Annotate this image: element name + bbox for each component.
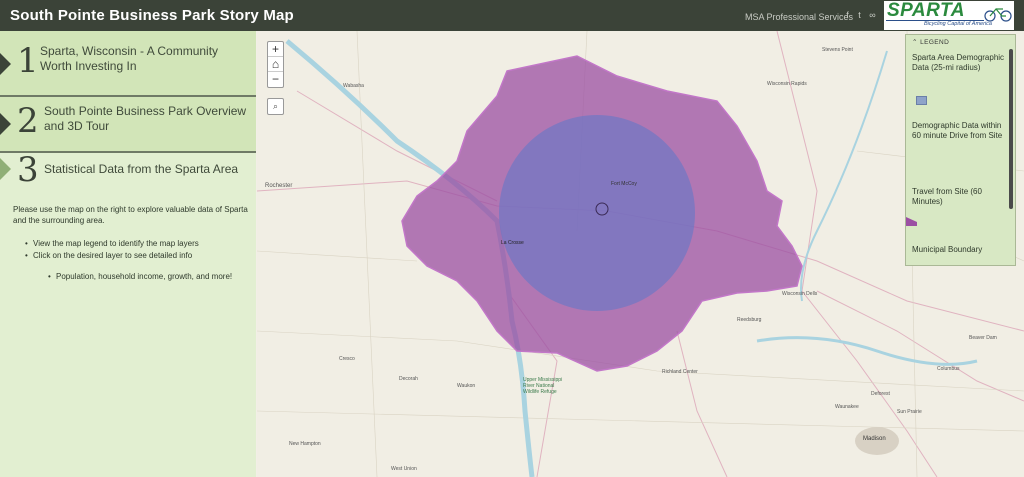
- map-label: Richland Center: [662, 369, 698, 375]
- map-label: Columbus: [937, 366, 960, 372]
- map-label: La Crosse: [501, 240, 524, 246]
- sub-list-item: Population, household income, growth, an…: [13, 271, 248, 282]
- zoom-control: + ⌂ −: [267, 41, 284, 88]
- logo-tagline: Bicycling Capital of America: [924, 21, 992, 27]
- org-link[interactable]: MSA Professional Services: [745, 12, 853, 22]
- map-label: Fort McCoy: [611, 181, 637, 187]
- section-title: Statistical Data from the Sparta Area: [44, 162, 239, 176]
- legend-header[interactable]: ⌃ LEGEND: [912, 38, 949, 46]
- section-number: 1: [17, 41, 39, 81]
- map-label: Decorah: [399, 376, 418, 382]
- legend-panel: ⌃ LEGEND Sparta Area Demographic Data (2…: [905, 34, 1016, 266]
- map-label: Waukon: [457, 383, 476, 389]
- page-title: South Pointe Business Park Story Map: [10, 7, 294, 24]
- section-number: 2: [17, 101, 39, 141]
- zoom-out-button[interactable]: −: [268, 72, 283, 87]
- map-label: Rochester: [265, 183, 293, 189]
- section-content: Please use the map on the right to explo…: [13, 204, 248, 282]
- map-label: New Hampton: [289, 441, 321, 447]
- map-label: Sun Prairie: [897, 409, 922, 415]
- map-label: Upper Mississippi River National Wildlif…: [523, 377, 563, 395]
- legend-swatch-travel: [906, 217, 917, 226]
- search-button[interactable]: ⌕: [267, 98, 284, 115]
- bicycle-icon: [984, 8, 1012, 22]
- story-sidebar: 1 Sparta, Wisconsin - A Community Worth …: [0, 31, 256, 477]
- zoom-in-button[interactable]: +: [268, 42, 283, 57]
- twitter-icon[interactable]: t: [855, 11, 864, 20]
- section-marker-icon: [0, 113, 11, 135]
- map-label: Deforest: [871, 391, 890, 397]
- legend-item: Demographic Data within 60 minute Drive …: [912, 121, 1003, 140]
- legend-item: Municipal Boundary: [912, 245, 983, 254]
- section-title: Sparta, Wisconsin - A Community Worth In…: [40, 44, 219, 73]
- map-label: Madison: [863, 436, 886, 442]
- story-section-2[interactable]: 2 South Pointe Business Park Overview an…: [0, 97, 256, 153]
- home-button[interactable]: ⌂: [268, 57, 283, 72]
- story-section-1[interactable]: 1 Sparta, Wisconsin - A Community Worth …: [0, 31, 256, 97]
- legend-scrollbar[interactable]: [1009, 49, 1013, 209]
- map-label: Wabasha: [343, 83, 364, 89]
- map-label: Cresco: [339, 356, 355, 362]
- link-icon[interactable]: ∞: [868, 11, 877, 20]
- river: [800, 50, 888, 302]
- section-marker-icon: [0, 53, 11, 75]
- map-label: Wisconsin Dells: [782, 291, 818, 297]
- list-item: View the map legend to identify the map …: [13, 238, 248, 249]
- sparta-logo: SPARTA Bicycling Capital of America: [884, 0, 1014, 30]
- section-number: 3: [17, 150, 39, 190]
- legend-swatch-radius: [916, 96, 927, 105]
- facebook-icon[interactable]: f: [843, 11, 852, 20]
- map-label: Waunakee: [835, 404, 859, 410]
- section-title: South Pointe Business Park Overview and …: [44, 104, 247, 133]
- map-label: Wisconsin Rapids: [767, 81, 807, 87]
- chevron-up-icon: ⌃: [912, 39, 921, 46]
- list-item: Click on the desired layer to see detail…: [13, 250, 248, 261]
- logo-wordmark: SPARTA: [887, 0, 965, 21]
- map-label: Stevens Point: [822, 47, 853, 53]
- legend-item: Travel from Site (60 Minutes): [912, 187, 982, 206]
- map-label: Reedsburg: [737, 317, 762, 323]
- section-marker-icon: [0, 158, 11, 180]
- legend-header-label: LEGEND: [920, 39, 950, 46]
- map-view[interactable]: Stevens Point Wabasha Wisconsin Rapids R…: [257, 31, 1024, 477]
- app-header: South Pointe Business Park Story Map MSA…: [0, 0, 1024, 31]
- legend-item: Sparta Area Demographic Data (25-mi radi…: [912, 53, 1005, 72]
- story-section-3[interactable]: 3 Statistical Data from the Sparta Area: [0, 150, 256, 193]
- map-label: West Union: [391, 466, 417, 472]
- intro-text: Please use the map on the right to explo…: [13, 205, 248, 225]
- map-label: Beaver Dam: [969, 335, 997, 341]
